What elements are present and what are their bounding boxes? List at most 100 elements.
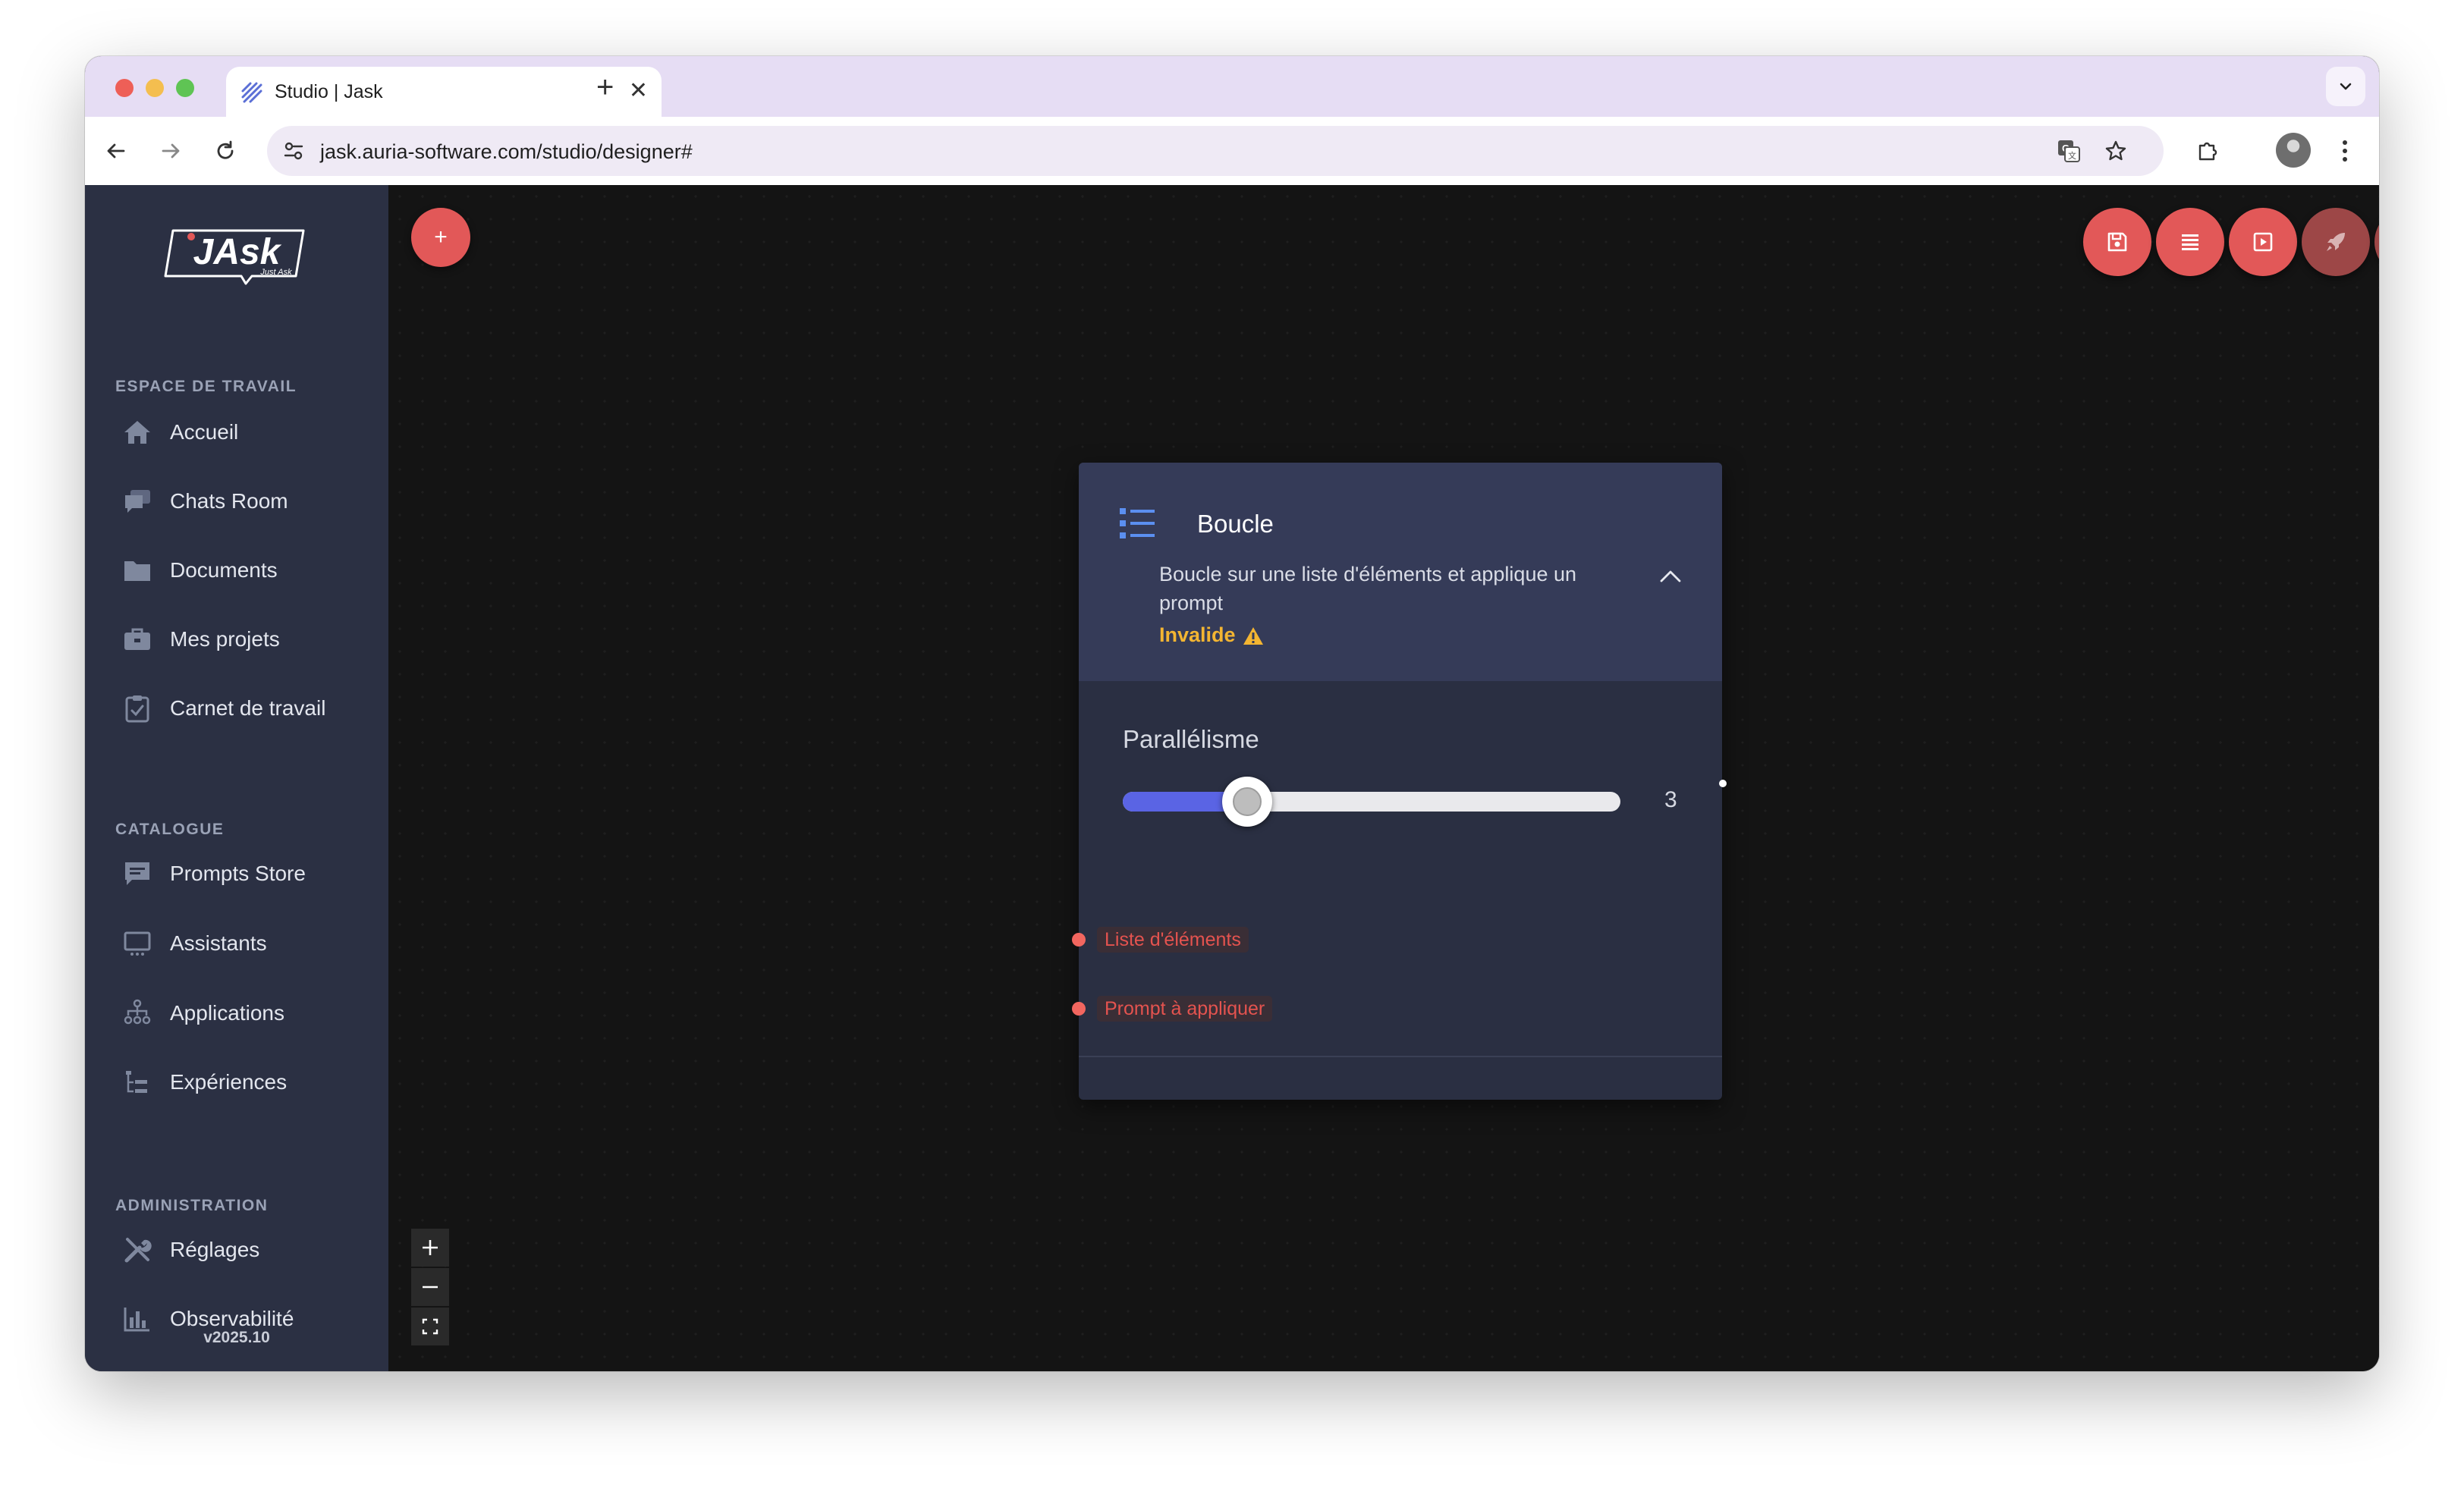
message-icon [121,858,153,890]
designer-canvas[interactable]: + Boucle Boucle sur une liste d'éléments… [388,185,2379,1371]
minimize-window-button[interactable] [146,79,164,97]
tab-title: Studio | Jask [275,81,383,102]
add-node-button[interactable]: + [411,208,470,267]
site-info-icon[interactable] [279,137,308,165]
folder-icon [121,554,153,586]
sidebar-item-label: Expériences [170,1070,288,1094]
tools-icon [121,1234,153,1266]
input-label-list: Liste d'éléments [1097,927,1249,953]
sidebar-item-label: Observabilité [170,1307,294,1330]
zoom-out-button[interactable] [411,1268,449,1306]
browser-toolbar: jask.auria-software.com/studio/designer#… [85,117,2379,185]
jask-logo[interactable]: JAsk Just Ask [162,220,311,285]
parallelism-slider[interactable] [1123,777,1620,827]
sidebar-item-prompts-store[interactable]: Prompts Store [115,851,373,896]
new-tab-button[interactable]: + [596,68,614,106]
node-divider [1079,1056,1722,1057]
list-bullets-icon [1120,508,1155,538]
maximize-window-button[interactable] [176,79,194,97]
play-square-icon [2253,232,2273,252]
sidebar-item-label: Réglages [170,1238,260,1261]
chat-icon [121,485,153,517]
sidebar-item-experiences[interactable]: Expériences [115,1060,373,1105]
node-title: Boucle [1197,510,1274,538]
section-header-administration: ADMINISTRATION [115,1197,269,1214]
arrow-right-icon [162,143,180,159]
sidebar-item-label: Mes projets [170,627,280,651]
tab-bar: Studio | Jask ✕ + [85,56,2379,117]
run-button[interactable] [2374,208,2379,276]
list-icon [2182,234,2198,250]
sidebar-item-label: Accueil [170,420,239,444]
tree-list-icon [121,1066,153,1098]
sidebar-item-label: Chats Room [170,489,288,513]
input-port-list[interactable] [1072,933,1086,947]
node-status: Invalide [1159,623,1265,647]
node-description: Boucle sur une liste d'éléments et appli… [1159,563,1577,614]
chevron-down-icon [2340,83,2352,90]
zoom-in-button[interactable] [411,1229,449,1267]
reload-icon [217,140,234,159]
sidebar-item-carnet-de-travail[interactable]: Carnet de travail [115,686,373,731]
sidebar-item-applications[interactable]: Applications [115,991,373,1036]
home-icon [121,416,153,448]
list-button[interactable] [2156,208,2224,276]
parallelism-label: Parallélisme [1123,725,1259,753]
input-port-prompt[interactable] [1072,1002,1086,1016]
arrow-left-icon [107,143,125,159]
slider-thumb[interactable] [1222,777,1272,827]
forward-button[interactable] [153,133,188,168]
sidebar-item-documents[interactable]: Documents [115,548,373,593]
deploy-button[interactable] [2302,208,2370,276]
node-header: Boucle Boucle sur une liste d'éléments e… [1079,463,1722,681]
sidebar-item-reglages[interactable]: Réglages [115,1227,373,1273]
input-label-prompt: Prompt à appliquer [1097,996,1273,1022]
section-header-workspace: ESPACE DE TRAVAIL [115,378,297,395]
sidebar-item-assistants[interactable]: Assistants [115,921,373,966]
back-button[interactable] [99,133,134,168]
rocket-icon [2327,233,2345,251]
minus-icon [423,1286,438,1289]
sidebar: JAsk Just Ask ESPACE DE TRAVAIL Accueil … [85,185,388,1371]
close-window-button[interactable] [115,79,134,97]
sidebar-item-label: Documents [170,558,278,582]
briefcase-icon [121,623,153,655]
fit-view-button[interactable] [411,1308,449,1345]
address-bar[interactable]: jask.auria-software.com/studio/designer#… [267,126,2164,176]
chevron-up-icon[interactable] [1655,561,1686,592]
reload-button[interactable] [208,133,243,168]
browser-window: Studio | Jask ✕ + jask.auria-software.co… [85,56,2379,1371]
monitor-icon [121,928,153,959]
more-vertical-icon [2343,140,2347,162]
puzzle-icon [2198,142,2217,161]
bookmark-star-icon[interactable] [2098,133,2133,168]
preview-button[interactable] [2229,208,2297,276]
app-version: v2025.10 [203,1329,270,1346]
warning-icon [1243,626,1263,645]
browser-menu-button[interactable] [2327,133,2362,168]
sidebar-item-mes-projets[interactable]: Mes projets [115,617,373,662]
sidebar-item-label: Carnet de travail [170,696,326,720]
sidebar-item-chats-room[interactable]: Chats Room [115,479,373,524]
output-port[interactable] [1719,780,1727,787]
status-text: Invalide [1159,623,1236,646]
hierarchy-icon [121,997,153,1029]
tab-search-button[interactable] [2326,67,2365,106]
svg-text:JAsk: JAsk [193,232,282,272]
clipboard-check-icon [121,692,153,724]
save-button[interactable] [2083,208,2151,276]
section-header-catalogue: CATALOGUE [115,821,225,838]
plus-icon [423,1240,438,1255]
extensions-button[interactable] [2191,133,2226,168]
sidebar-item-label: Prompts Store [170,862,306,885]
sidebar-item-label: Assistants [170,931,267,955]
loop-node[interactable]: Boucle Boucle sur une liste d'éléments e… [1072,463,1727,1100]
sidebar-item-accueil[interactable]: Accueil [115,410,373,455]
translate-icon[interactable]: G 文 [2051,133,2086,168]
profile-avatar[interactable] [2276,133,2311,168]
fullscreen-icon [422,1318,438,1335]
svg-text:Just Ask: Just Ask [259,268,292,277]
close-tab-icon[interactable]: ✕ [629,77,648,105]
save-icon [2107,232,2127,252]
slider-value: 3 [1664,787,1677,812]
